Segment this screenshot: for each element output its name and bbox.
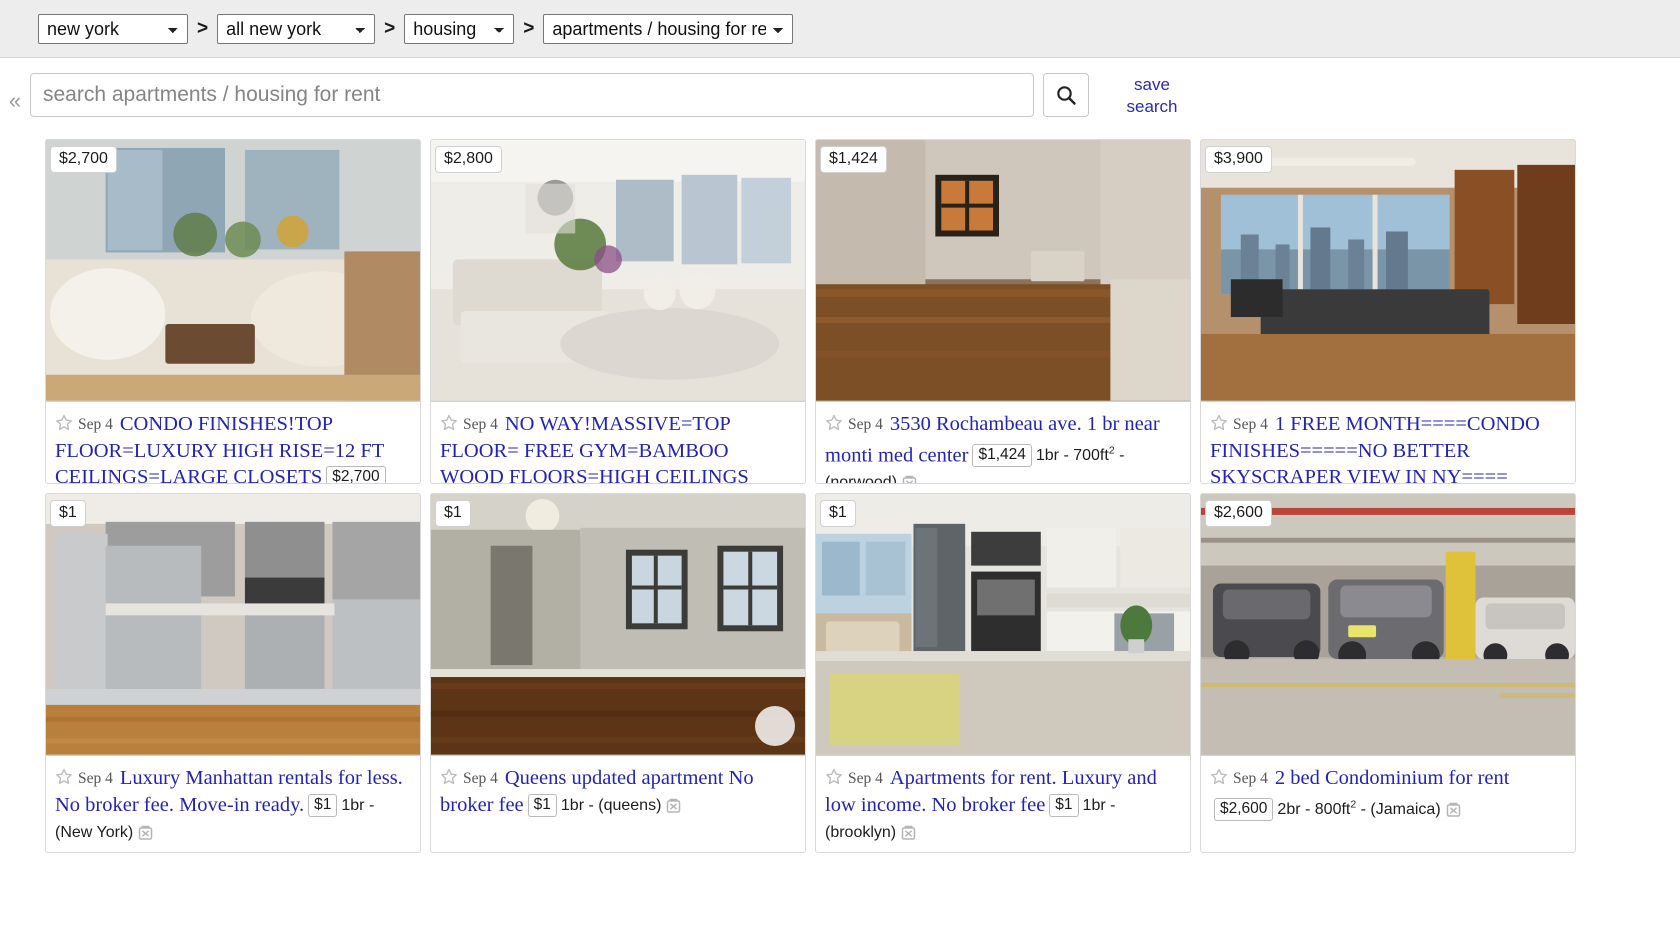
photo-grey-cabinet-kitchen [46, 494, 420, 755]
photo-price-badge: $1 [50, 500, 86, 527]
favorite-star-icon[interactable] [440, 414, 458, 432]
favorite-star-icon[interactable] [1210, 414, 1228, 432]
listing-meta: 1br - (queens) [560, 797, 662, 814]
listing-date: Sep 4 [1233, 416, 1268, 433]
listing-photo[interactable]: $1 [816, 494, 1190, 756]
photo-watermark [755, 706, 795, 746]
listing-date: Sep 4 [78, 770, 113, 787]
listing-card[interactable]: $2,800 Sep 4 NO WAY!MASSIVE=TOP FLOOR= FR… [430, 139, 806, 484]
breadcrumb: new york > all new york > housing > apar… [0, 0, 1680, 58]
photo-white-modern-living [431, 140, 805, 401]
listing-card[interactable]: $1 Sep 4 Apartments for rent. Luxury and … [815, 493, 1191, 853]
listing-price: $2,700 [326, 466, 386, 483]
favorite-star-icon[interactable] [55, 768, 73, 786]
listing-photo[interactable]: $2,800 [431, 140, 805, 402]
sidebar-collapse-icon[interactable]: « [0, 73, 30, 129]
listing-body: Sep 4 CONDO FINISHES!TOP FLOOR=LUXURY HIG… [46, 402, 420, 483]
listing-meta: 2br - 800ft2 - (Jamaica) [1277, 799, 1441, 819]
favorite-star-icon[interactable] [440, 768, 458, 786]
listing-price: $1 [1049, 794, 1079, 817]
breadcrumb-separator-2: > [384, 17, 396, 39]
hide-listing-icon[interactable] [137, 824, 154, 841]
listing-price: $1 [527, 794, 557, 817]
listing-date: Sep 4 [463, 770, 498, 787]
photo-parking-garage [1201, 494, 1575, 755]
search-bar: « save search [0, 58, 1680, 137]
favorite-star-icon[interactable] [825, 414, 843, 432]
photo-hallway-dark-floor [431, 494, 805, 755]
photo-price-badge: $2,800 [435, 146, 502, 173]
listing-card[interactable]: $3,900 Sep 41 FREE MONTH====CONDO FINISH… [1200, 139, 1576, 484]
listing-price: $1 [308, 794, 338, 817]
save-search-line1: save [1134, 75, 1170, 94]
breadcrumb-separator-3: > [523, 17, 535, 39]
listing-card[interactable]: $1 Sep 4 Queens updated apartment No brok… [430, 493, 806, 853]
photo-white-kitchen-plant [816, 494, 1190, 755]
photo-price-badge: $1 [820, 500, 856, 527]
listing-date: Sep 4 [463, 416, 498, 433]
breadcrumb-select-subcategory[interactable]: apartments / housing for rent [543, 13, 794, 44]
listing-body: Sep 4 NO WAY!MASSIVE=TOP FLOOR= FREE GYM=… [431, 402, 805, 483]
breadcrumb-select-subarea[interactable]: all new york [217, 13, 376, 44]
listing-photo[interactable]: $1 [46, 494, 420, 756]
listing-date: Sep 4 [848, 416, 883, 433]
listing-photo[interactable]: $3,900 [1201, 140, 1575, 402]
save-search-link[interactable]: save search [1111, 73, 1193, 118]
breadcrumb-separator-1: > [197, 17, 209, 39]
breadcrumb-select-category[interactable]: housing [404, 13, 515, 44]
photo-price-badge: $3,900 [1205, 146, 1272, 173]
photo-price-badge: $2,700 [50, 146, 117, 173]
hide-listing-icon[interactable] [901, 474, 918, 484]
listing-date: Sep 4 [848, 770, 883, 787]
search-input[interactable] [30, 73, 1034, 117]
search-icon [1057, 86, 1076, 105]
hide-listing-icon[interactable] [900, 824, 917, 841]
listing-body: Sep 4 3530 Rochambeau ave. 1 br near mont… [816, 402, 1190, 484]
breadcrumb-select-area[interactable]: new york [38, 13, 188, 44]
listing-date: Sep 4 [1233, 770, 1268, 787]
save-search-line2: search [1126, 97, 1178, 116]
listing-photo[interactable]: $1,424 [816, 140, 1190, 402]
photo-price-badge: $1,424 [820, 146, 887, 173]
favorite-star-icon[interactable] [825, 768, 843, 786]
photo-price-badge: $1 [435, 500, 471, 527]
listing-price: $2,600 [1214, 798, 1274, 822]
listing-card[interactable]: $2,700 Sep 4 CONDO FINISHES!TOP FLOOR=LUX… [45, 139, 421, 484]
photo-skyline-kitchen-loft [1201, 140, 1575, 401]
photo-empty-wood-floor-room [816, 140, 1190, 401]
listing-card[interactable]: $1 Sep 4 Luxury Manhattan rentals for les… [45, 493, 421, 853]
listing-price: $1,424 [972, 444, 1032, 468]
favorite-star-icon[interactable] [1210, 768, 1228, 786]
listing-body: Sep 4 Apartments for rent. Luxury and low… [816, 756, 1190, 852]
listing-photo[interactable]: $2,600 [1201, 494, 1575, 756]
favorite-star-icon[interactable] [55, 414, 73, 432]
search-button[interactable] [1043, 73, 1089, 117]
listing-title[interactable]: 2 bed Condominium for rent [1275, 767, 1510, 789]
hide-listing-icon[interactable] [1445, 801, 1462, 818]
listing-photo[interactable]: $1 [431, 494, 805, 756]
listing-body: Sep 41 FREE MONTH====CONDO FINISHES=====… [1201, 402, 1575, 483]
photo-living-room-plants [46, 140, 420, 401]
listing-card[interactable]: $1,424 Sep 4 3530 Rochambeau ave. 1 br ne… [815, 139, 1191, 484]
listing-photo[interactable]: $2,700 [46, 140, 420, 402]
photo-price-badge: $2,600 [1205, 500, 1272, 527]
listing-date: Sep 4 [78, 416, 113, 433]
hide-listing-icon[interactable] [665, 797, 682, 814]
listing-body: Sep 4 Queens updated apartment No broker … [431, 756, 805, 825]
listing-body: Sep 4 Luxury Manhattan rentals for less. … [46, 756, 420, 852]
results-grid: $2,700 Sep 4 CONDO FINISHES!TOP FLOOR=LUX… [0, 137, 1680, 853]
listing-body: Sep 4 2 bed Condominium for rent$2,600 2br… [1201, 756, 1575, 829]
listing-card[interactable]: $2,600 Sep 42 bed Condominium for rent$2… [1200, 493, 1576, 853]
